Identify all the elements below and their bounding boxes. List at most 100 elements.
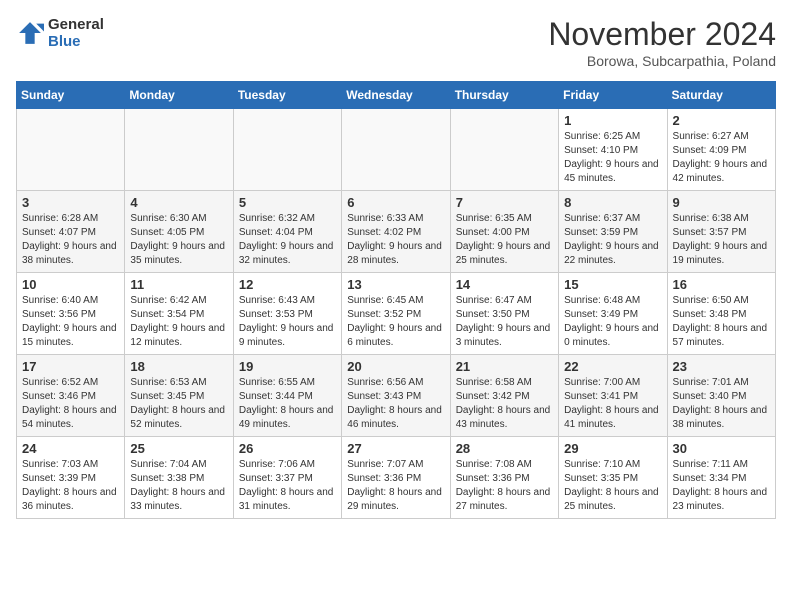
day-info: Sunrise: 7:03 AM Sunset: 3:39 PM Dayligh… xyxy=(22,458,119,514)
day-info: Sunrise: 6:56 AM Sunset: 3:43 PM Dayligh… xyxy=(347,376,444,432)
day-cell: 2Sunrise: 6:27 AM Sunset: 4:09 PM Daylig… xyxy=(667,109,775,191)
day-number: 6 xyxy=(347,195,444,210)
day-number: 16 xyxy=(673,277,770,292)
day-info: Sunrise: 6:55 AM Sunset: 3:44 PM Dayligh… xyxy=(239,376,336,432)
day-info: Sunrise: 6:33 AM Sunset: 4:02 PM Dayligh… xyxy=(347,212,444,268)
day-cell: 1 Sunrise: 6:25 AM Sunset: 4:10 PM Daylig… xyxy=(559,109,667,191)
day-cell: 17 Sunrise: 6:52 AM Sunset: 3:46 PM Dayli… xyxy=(17,355,125,437)
day-info: Sunrise: 6:58 AM Sunset: 3:42 PM Dayligh… xyxy=(456,376,553,432)
day-number: 14 xyxy=(456,277,553,292)
subtitle: Borowa, Subcarpathia, Poland xyxy=(548,53,776,69)
day-number: 8 xyxy=(564,195,661,210)
day-cell xyxy=(233,109,341,191)
day-info: Sunrise: 6:28 AM Sunset: 4:07 PM Dayligh… xyxy=(22,212,119,268)
day-cell: 13 Sunrise: 6:45 AM Sunset: 3:52 PM Dayli… xyxy=(342,273,450,355)
day-number: 26 xyxy=(239,441,336,456)
day-info: Sunrise: 7:11 AM Sunset: 3:34 PM Dayligh… xyxy=(673,458,770,514)
week-row-1: 1 Sunrise: 6:25 AM Sunset: 4:10 PM Daylig… xyxy=(17,109,776,191)
day-cell xyxy=(125,109,233,191)
logo-icon xyxy=(16,19,44,47)
col-header-wednesday: Wednesday xyxy=(342,82,450,109)
day-number: 28 xyxy=(456,441,553,456)
day-number: 21 xyxy=(456,359,553,374)
day-info: Sunrise: 7:00 AM Sunset: 3:41 PM Dayligh… xyxy=(564,376,661,432)
day-info: Sunrise: 6:47 AM Sunset: 3:50 PM Dayligh… xyxy=(456,294,553,350)
day-cell: 7 Sunrise: 6:35 AM Sunset: 4:00 PM Daylig… xyxy=(450,191,558,273)
day-number: 25 xyxy=(130,441,227,456)
header: General Blue November 2024 Borowa, Subca… xyxy=(16,16,776,69)
day-info: Sunrise: 6:53 AM Sunset: 3:45 PM Dayligh… xyxy=(130,376,227,432)
day-number: 5 xyxy=(239,195,336,210)
day-number: 17 xyxy=(22,359,119,374)
day-cell: 18Sunrise: 6:53 AM Sunset: 3:45 PM Dayli… xyxy=(125,355,233,437)
day-info: Sunrise: 6:37 AM Sunset: 3:59 PM Dayligh… xyxy=(564,212,661,268)
header-row: SundayMondayTuesdayWednesdayThursdayFrid… xyxy=(17,82,776,109)
day-cell: 19 Sunrise: 6:55 AM Sunset: 3:44 PM Dayli… xyxy=(233,355,341,437)
day-cell: 24 Sunrise: 7:03 AM Sunset: 3:39 PM Dayli… xyxy=(17,437,125,519)
day-cell: 5 Sunrise: 6:32 AM Sunset: 4:04 PM Daylig… xyxy=(233,191,341,273)
day-cell xyxy=(17,109,125,191)
col-header-saturday: Saturday xyxy=(667,82,775,109)
day-info: Sunrise: 6:30 AM Sunset: 4:05 PM Dayligh… xyxy=(130,212,227,268)
day-number: 23 xyxy=(673,359,770,374)
day-info: Sunrise: 6:32 AM Sunset: 4:04 PM Dayligh… xyxy=(239,212,336,268)
day-number: 4 xyxy=(130,195,227,210)
day-number: 3 xyxy=(22,195,119,210)
col-header-tuesday: Tuesday xyxy=(233,82,341,109)
day-info: Sunrise: 7:08 AM Sunset: 3:36 PM Dayligh… xyxy=(456,458,553,514)
day-number: 19 xyxy=(239,359,336,374)
day-cell: 15 Sunrise: 6:48 AM Sunset: 3:49 PM Dayli… xyxy=(559,273,667,355)
day-info: Sunrise: 6:43 AM Sunset: 3:53 PM Dayligh… xyxy=(239,294,336,350)
logo: General Blue xyxy=(16,16,104,50)
day-number: 20 xyxy=(347,359,444,374)
calendar-table: SundayMondayTuesdayWednesdayThursdayFrid… xyxy=(16,81,776,519)
week-row-5: 24 Sunrise: 7:03 AM Sunset: 3:39 PM Dayli… xyxy=(17,437,776,519)
day-cell: 28 Sunrise: 7:08 AM Sunset: 3:36 PM Dayli… xyxy=(450,437,558,519)
day-info: Sunrise: 6:38 AM Sunset: 3:57 PM Dayligh… xyxy=(673,212,770,268)
month-title: November 2024 xyxy=(548,16,776,53)
col-header-thursday: Thursday xyxy=(450,82,558,109)
week-row-4: 17 Sunrise: 6:52 AM Sunset: 3:46 PM Dayli… xyxy=(17,355,776,437)
day-cell: 8 Sunrise: 6:37 AM Sunset: 3:59 PM Daylig… xyxy=(559,191,667,273)
day-number: 11 xyxy=(130,277,227,292)
col-header-friday: Friday xyxy=(559,82,667,109)
week-row-3: 10 Sunrise: 6:40 AM Sunset: 3:56 PM Dayli… xyxy=(17,273,776,355)
day-number: 27 xyxy=(347,441,444,456)
day-cell: 20 Sunrise: 6:56 AM Sunset: 3:43 PM Dayli… xyxy=(342,355,450,437)
day-cell: 26Sunrise: 7:06 AM Sunset: 3:37 PM Dayli… xyxy=(233,437,341,519)
day-number: 30 xyxy=(673,441,770,456)
day-info: Sunrise: 6:52 AM Sunset: 3:46 PM Dayligh… xyxy=(22,376,119,432)
day-cell: 30 Sunrise: 7:11 AM Sunset: 3:34 PM Dayli… xyxy=(667,437,775,519)
day-number: 15 xyxy=(564,277,661,292)
day-number: 1 xyxy=(564,113,661,128)
day-cell: 4 Sunrise: 6:30 AM Sunset: 4:05 PM Daylig… xyxy=(125,191,233,273)
day-cell: 29 Sunrise: 7:10 AM Sunset: 3:35 PM Dayli… xyxy=(559,437,667,519)
day-info: Sunrise: 7:01 AM Sunset: 3:40 PM Dayligh… xyxy=(673,376,770,432)
day-cell: 12 Sunrise: 6:43 AM Sunset: 3:53 PM Dayli… xyxy=(233,273,341,355)
day-number: 24 xyxy=(22,441,119,456)
day-cell: 22 Sunrise: 7:00 AM Sunset: 3:41 PM Dayli… xyxy=(559,355,667,437)
day-info: Sunrise: 7:04 AM Sunset: 3:38 PM Dayligh… xyxy=(130,458,227,514)
day-cell: 21 Sunrise: 6:58 AM Sunset: 3:42 PM Dayli… xyxy=(450,355,558,437)
day-number: 12 xyxy=(239,277,336,292)
day-info: Sunrise: 6:48 AM Sunset: 3:49 PM Dayligh… xyxy=(564,294,661,350)
day-cell: 9Sunrise: 6:38 AM Sunset: 3:57 PM Daylig… xyxy=(667,191,775,273)
day-info: Sunrise: 6:42 AM Sunset: 3:54 PM Dayligh… xyxy=(130,294,227,350)
day-cell: 27Sunrise: 7:07 AM Sunset: 3:36 PM Dayli… xyxy=(342,437,450,519)
day-number: 22 xyxy=(564,359,661,374)
day-info: Sunrise: 7:10 AM Sunset: 3:35 PM Dayligh… xyxy=(564,458,661,514)
day-number: 13 xyxy=(347,277,444,292)
day-info: Sunrise: 6:40 AM Sunset: 3:56 PM Dayligh… xyxy=(22,294,119,350)
day-info: Sunrise: 6:25 AM Sunset: 4:10 PM Dayligh… xyxy=(564,130,661,186)
day-number: 7 xyxy=(456,195,553,210)
day-info: Sunrise: 6:35 AM Sunset: 4:00 PM Dayligh… xyxy=(456,212,553,268)
day-cell: 25 Sunrise: 7:04 AM Sunset: 3:38 PM Dayli… xyxy=(125,437,233,519)
day-cell xyxy=(450,109,558,191)
col-header-monday: Monday xyxy=(125,82,233,109)
day-cell: 14 Sunrise: 6:47 AM Sunset: 3:50 PM Dayli… xyxy=(450,273,558,355)
day-number: 10 xyxy=(22,277,119,292)
day-number: 29 xyxy=(564,441,661,456)
day-cell: 23 Sunrise: 7:01 AM Sunset: 3:40 PM Dayli… xyxy=(667,355,775,437)
day-cell: 10 Sunrise: 6:40 AM Sunset: 3:56 PM Dayli… xyxy=(17,273,125,355)
day-info: Sunrise: 6:45 AM Sunset: 3:52 PM Dayligh… xyxy=(347,294,444,350)
